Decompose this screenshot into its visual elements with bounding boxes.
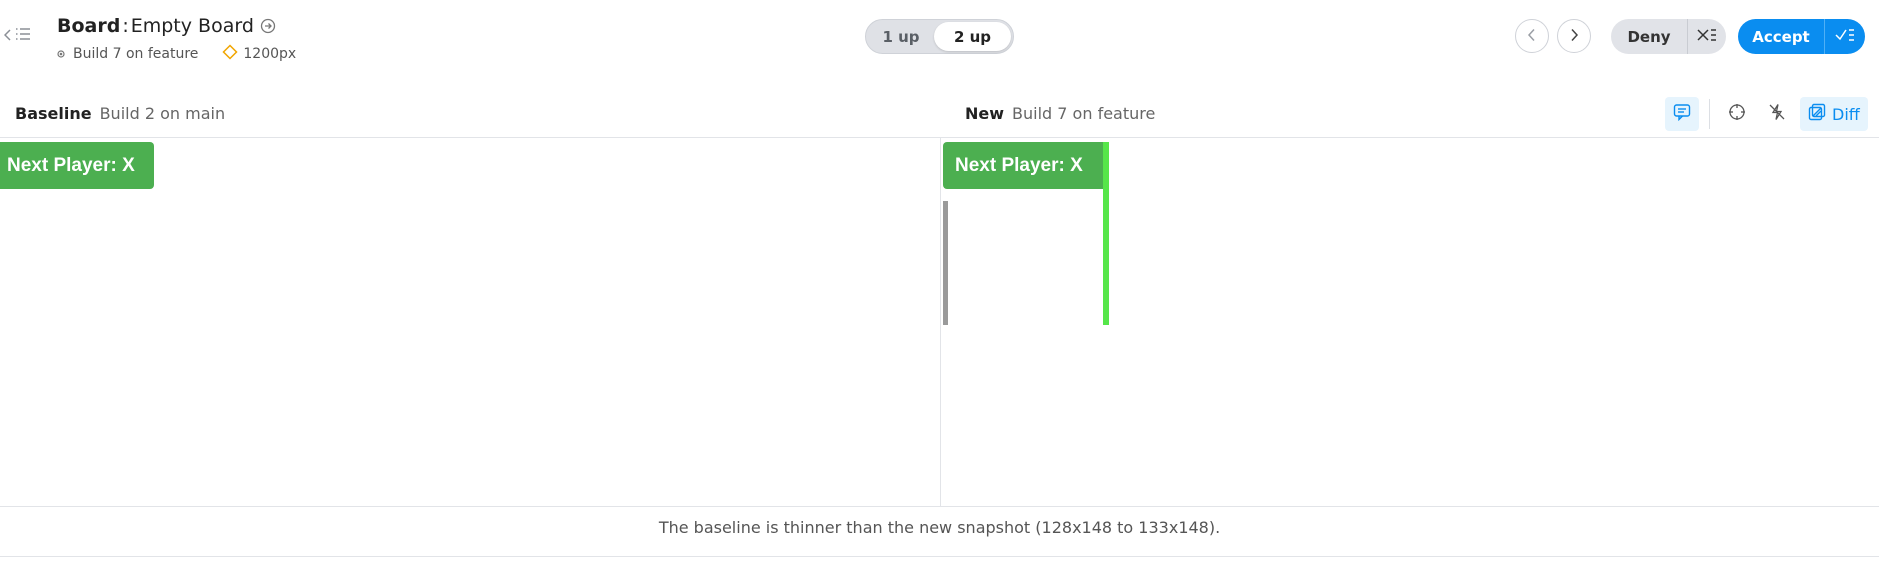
comments-button[interactable] [1665,97,1699,131]
board-cell [946,242,948,284]
diff-label: Diff [1832,104,1860,124]
deny-menu-button[interactable] [1687,19,1726,54]
viewport-badge: 1200px [222,44,296,64]
component-name: Board [57,15,121,37]
dimension-change-message: The baseline is thinner than the new sna… [658,518,1221,537]
baseline-status-banner: Next Player: X [0,142,154,189]
title-separator: : [122,15,129,37]
diamond-icon [222,44,238,64]
new-label: New [965,103,1005,123]
chevron-right-icon [1569,27,1579,46]
check-list-icon [1835,27,1855,46]
snapshot-toolbar: Diff [1665,96,1868,132]
board-cell [946,283,948,325]
one-up-tab[interactable]: 1 up [870,22,932,51]
accept-button[interactable]: Accept [1738,19,1824,54]
back-to-list-button[interactable] [3,26,31,45]
new-board [943,201,948,325]
deny-button-group: Deny [1611,19,1726,54]
deny-button[interactable]: Deny [1611,19,1687,54]
title-block: Board : Empty Board Build 7 on feature 1… [57,14,296,64]
chevron-left-icon [3,26,12,45]
arrow-circle-right-icon[interactable] [260,18,276,34]
top-bar: Board : Empty Board Build 7 on feature 1… [0,0,1879,75]
baseline-label: Baseline [15,103,92,123]
comment-icon [1673,103,1691,125]
build-info: Build 7 on feature 1200px [57,44,296,64]
build-label: Build 7 on feature [73,46,199,62]
new-header: New Build 7 on feature [965,100,1155,126]
pane-divider [940,138,941,506]
diff-toggle-button[interactable]: Diff [1800,97,1868,131]
accept-button-group: Accept [1738,19,1865,54]
strobe-button[interactable] [1760,97,1794,131]
view-mode-toggle: 1 up 2 up [865,19,1014,54]
list-icon [15,26,31,45]
chevron-left-icon [1527,27,1537,46]
strike-lightning-icon [1768,103,1786,125]
diff-highlight [1103,142,1109,325]
previous-snapshot-button[interactable] [1515,19,1549,53]
board-cell [946,201,948,243]
baseline-build: Build 2 on main [99,103,226,123]
story-name: Empty Board [130,15,254,37]
accept-menu-button[interactable] [1824,19,1865,54]
x-list-icon [1697,27,1717,46]
inspect-button[interactable] [1720,97,1754,131]
new-build: Build 7 on feature [1012,103,1156,123]
viewport-label: 1200px [243,46,297,62]
divider-footer [0,556,1879,557]
two-up-tab[interactable]: 2 up [934,22,1011,51]
next-snapshot-button[interactable] [1557,19,1591,53]
toolbar-divider [1709,99,1710,129]
new-status-banner: Next Player: X [943,142,1109,189]
dot-icon [57,50,65,58]
crosshair-icon [1728,103,1746,125]
divider-bottom [0,506,1879,507]
page-title: Board : Empty Board [57,14,296,38]
diff-icon [1808,103,1826,125]
baseline-header: Baseline Build 2 on main [15,100,225,126]
